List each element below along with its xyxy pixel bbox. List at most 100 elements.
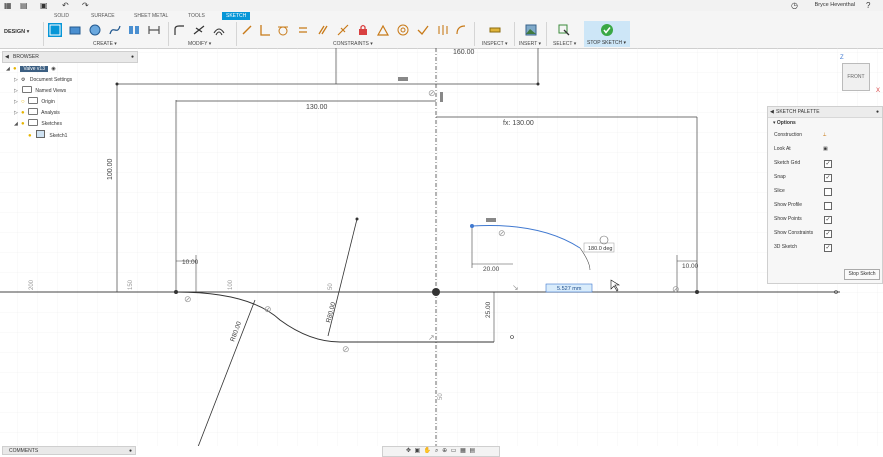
parallel-constraint[interactable]	[316, 23, 330, 37]
viewcube[interactable]: FRONT	[842, 63, 870, 91]
orbit-icon[interactable]: ✥	[406, 448, 412, 454]
origin-point[interactable]	[432, 288, 440, 296]
browser-item[interactable]: ▷ ● Analysis	[14, 108, 60, 118]
user-name[interactable]: Bryce Heventhal	[815, 2, 855, 8]
sketch-point[interactable]	[695, 290, 699, 294]
slot-tool[interactable]	[147, 23, 161, 37]
palette-row-look-at[interactable]: Look At ▣	[768, 142, 882, 156]
dimension-25[interactable]: 25.00	[485, 301, 492, 318]
insert-image-tool[interactable]	[524, 23, 538, 37]
sketch-point[interactable]	[355, 217, 359, 221]
circle-tool[interactable]	[88, 23, 102, 37]
dimension-100[interactable]: 100.00	[107, 158, 114, 180]
3d-sketch-checkbox[interactable]: ✓	[824, 244, 832, 252]
browser-collapse-icon[interactable]: ◀	[5, 52, 9, 62]
show-constraints-checkbox[interactable]: ✓	[824, 230, 832, 238]
dimension-130[interactable]: 130.00	[306, 104, 328, 111]
browser-root[interactable]: ◢ ● Valve v13 ◉	[6, 64, 56, 74]
modify-menu[interactable]: MODIFY ▾	[188, 41, 211, 47]
browser-item[interactable]: ▷ Named Views	[14, 86, 66, 96]
sketch-point[interactable]	[174, 290, 178, 294]
expand-icon[interactable]: ◢	[14, 119, 21, 129]
tangent-constraint-glyph[interactable]: ⊘	[342, 344, 350, 354]
offset-tool[interactable]	[212, 23, 226, 37]
construction-icon[interactable]: ⟂	[823, 128, 826, 142]
tangent-constraint-glyph[interactable]: ⊘	[498, 228, 506, 238]
visibility-bulb-icon[interactable]: ●	[21, 119, 27, 129]
visibility-bulb-icon[interactable]: ●	[21, 108, 27, 118]
select-tool[interactable]	[557, 23, 571, 37]
create-menu[interactable]: CREATE ▾	[93, 41, 117, 47]
spline-tool[interactable]	[108, 23, 122, 37]
expand-icon[interactable]: ◢	[6, 64, 13, 74]
undo-icon[interactable]: ↶	[62, 1, 69, 10]
display-settings-icon[interactable]: ▭	[451, 448, 458, 454]
sketch-point[interactable]	[536, 82, 540, 86]
browser-item[interactable]: ◢ ● Sketches	[14, 119, 62, 129]
palette-row-sketch-grid[interactable]: Sketch Grid ✓	[768, 156, 882, 170]
equal-constraint[interactable]	[296, 23, 310, 37]
horizontal-constraint-glyph[interactable]	[398, 77, 408, 81]
tab-tools[interactable]: TOOLS	[188, 12, 205, 20]
visibility-bulb-icon[interactable]: ○	[21, 97, 27, 107]
dimension-20[interactable]: 20.00	[483, 266, 500, 273]
tangent-constraint-glyph[interactable]: ⊘	[672, 284, 680, 294]
help-icon[interactable]: ?	[866, 1, 870, 10]
horizontal-constraint[interactable]	[416, 23, 430, 37]
vertical-constraint-glyph[interactable]	[440, 92, 443, 102]
comments-pin-icon[interactable]: ●	[129, 447, 132, 456]
tangent-constraint-glyph[interactable]: ⊘	[428, 88, 436, 98]
palette-stop-sketch-button[interactable]: Stop Sketch	[844, 269, 880, 280]
fillet-tool[interactable]	[172, 23, 186, 37]
show-points-checkbox[interactable]: ✓	[824, 216, 832, 224]
radio-icon[interactable]: ◉	[51, 66, 55, 72]
symmetry-constraint[interactable]	[436, 23, 450, 37]
tab-solid[interactable]: SOLID	[54, 12, 69, 20]
workspace-selector[interactable]: DESIGN ▾	[4, 27, 39, 38]
collinear-constraint[interactable]	[336, 23, 350, 37]
midpoint-constraint[interactable]	[376, 23, 390, 37]
fix-constraint[interactable]	[356, 23, 370, 37]
perpendicular-constraint[interactable]	[258, 23, 272, 37]
smooth-constraint[interactable]	[454, 23, 468, 37]
grid-settings-icon[interactable]: ▦	[460, 448, 467, 454]
visibility-bulb-icon[interactable]: ●	[13, 64, 19, 74]
comments-panel[interactable]: COMMENTS ●	[2, 446, 136, 455]
browser-pin-icon[interactable]: ●	[131, 52, 134, 62]
viewports-icon[interactable]: ▤	[469, 448, 476, 454]
snap-checkbox[interactable]: ✓	[824, 174, 832, 182]
expand-icon[interactable]: ▷	[14, 97, 21, 107]
insert-menu[interactable]: INSERT ▾	[519, 41, 541, 47]
pan-icon[interactable]: ✋	[424, 448, 432, 454]
expand-icon[interactable]: ▷	[14, 86, 21, 96]
palette-section[interactable]: ▾ Options	[768, 118, 882, 128]
tangent-constraint[interactable]	[276, 23, 290, 37]
mirror-tool[interactable]	[127, 23, 141, 37]
sketch-grid-checkbox[interactable]: ✓	[824, 160, 832, 168]
palette-collapse-icon[interactable]: ◀	[770, 107, 774, 117]
save-icon[interactable]: ▣	[40, 1, 48, 10]
apps-grid-icon[interactable]: ▦	[4, 1, 12, 10]
browser-item[interactable]: ▷ ⚙ Document Settings	[14, 75, 72, 85]
palette-header[interactable]: ◀ SKETCH PALETTE ●	[768, 107, 882, 118]
stop-sketch-button[interactable]: STOP SKETCH ▾	[584, 21, 630, 47]
redo-icon[interactable]: ↷	[82, 1, 89, 10]
coincident-constraint[interactable]	[240, 23, 254, 37]
dimension-fx-130[interactable]: fx: 130.00	[503, 120, 534, 127]
tangent-constraint-glyph[interactable]: ⊘	[184, 294, 192, 304]
create-sketch-tool[interactable]	[48, 23, 62, 37]
zoom-icon[interactable]: ⌕	[435, 448, 439, 454]
sketch-point[interactable]	[470, 224, 474, 228]
dimension-160[interactable]: 160.00	[453, 49, 475, 56]
tab-sketch[interactable]: SKETCH	[222, 12, 251, 20]
coincident-constraint-glyph[interactable]: ↗	[428, 333, 435, 342]
trim-tool[interactable]	[192, 23, 206, 37]
coincident-constraint-glyph[interactable]: ↘	[512, 283, 519, 292]
tangent-constraint-glyph[interactable]: ⊘	[264, 304, 272, 314]
palette-row-show-profile[interactable]: Show Profile	[768, 198, 882, 212]
slice-checkbox[interactable]	[824, 188, 832, 196]
dimension-10-left[interactable]: 10.00	[182, 259, 199, 266]
palette-row-show-constraints[interactable]: Show Constraints ✓	[768, 226, 882, 240]
palette-row-slice[interactable]: Slice	[768, 184, 882, 198]
palette-row-snap[interactable]: Snap ✓	[768, 170, 882, 184]
